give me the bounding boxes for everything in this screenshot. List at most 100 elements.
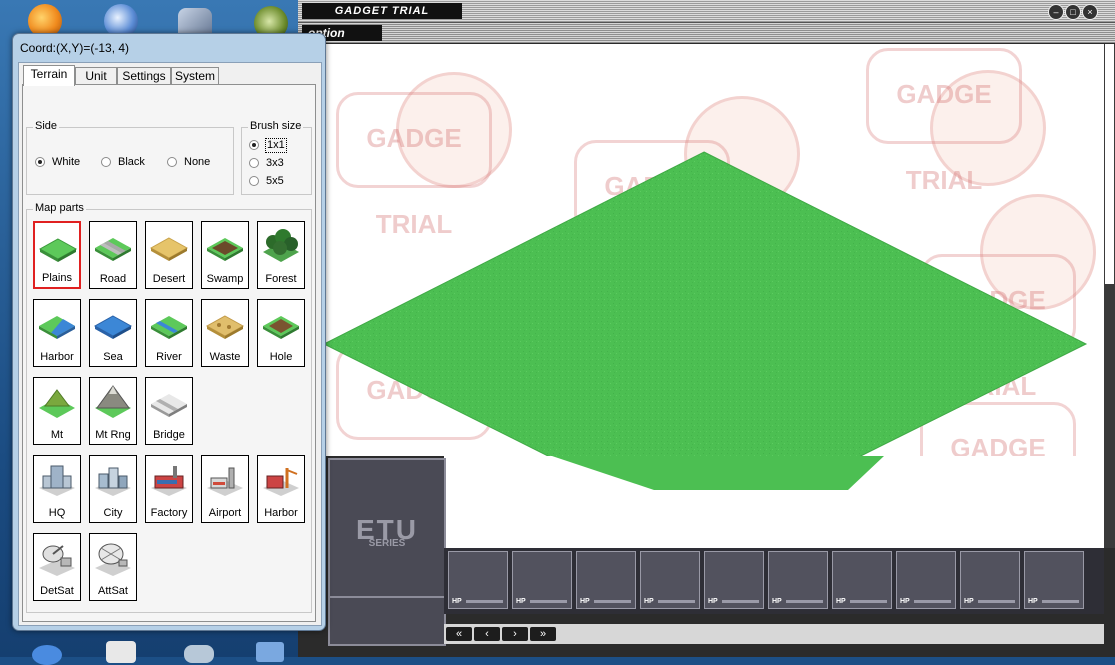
hp-bar <box>530 600 567 603</box>
unit-slot[interactable]: HP <box>512 551 572 609</box>
tab-settings[interactable]: Settings <box>117 67 171 85</box>
hp-label: HP <box>964 598 974 605</box>
part-desert[interactable]: Desert <box>145 221 193 289</box>
close-button[interactable]: × <box>1082 4 1098 20</box>
part-waste[interactable]: Waste <box>201 299 249 367</box>
river-icon <box>151 316 187 339</box>
hp-label: HP <box>772 598 782 605</box>
part-road[interactable]: Road <box>89 221 137 289</box>
harbor-building-icon <box>263 468 299 496</box>
part-label: Desert <box>152 273 186 285</box>
unit-slot[interactable]: HP <box>704 551 764 609</box>
brush-size-label: Brush size <box>248 120 304 132</box>
radio-dot <box>249 140 259 150</box>
game-window: GADGET TRIAL – □ × option GADGE TRIAL GA… <box>298 0 1115 657</box>
part-harbor-building[interactable]: Harbor <box>257 455 305 523</box>
part-river[interactable]: River <box>145 299 193 367</box>
panel-divider <box>330 596 444 598</box>
mountain-icon <box>39 389 75 418</box>
hp-bar <box>658 600 695 603</box>
tab-terrain[interactable]: Terrain <box>23 65 75 86</box>
unit-slot[interactable]: HP <box>896 551 956 609</box>
first-page-button[interactable]: « <box>446 627 472 641</box>
unit-slot[interactable]: HP <box>576 551 636 609</box>
map-canvas[interactable]: GADGE TRIAL GADGE TRIAL GADGE TRIAL GADG… <box>300 44 1104 456</box>
map-scrollbar[interactable] <box>1104 44 1115 548</box>
desert-icon <box>149 237 189 261</box>
maximize-button[interactable]: □ <box>1065 4 1081 20</box>
part-mt-rng[interactable]: Mt Rng <box>89 377 137 445</box>
part-hole[interactable]: Hole <box>257 299 305 367</box>
factory-icon <box>151 466 187 496</box>
city-building-icon <box>95 467 131 496</box>
radio-dot <box>249 158 259 168</box>
unit-slot[interactable]: HP <box>768 551 828 609</box>
part-forest[interactable]: Forest <box>257 221 305 289</box>
terrain-tab-page: Side White Black None Brush size 1x1 3x3… <box>22 84 316 622</box>
side-group-label: Side <box>33 120 60 132</box>
side-group: Side White Black None <box>26 120 234 195</box>
part-harbor[interactable]: Harbor <box>33 299 81 367</box>
part-plains[interactable]: Plains <box>33 221 81 289</box>
unit-bar: HP HP HP HP HP HP HP HP HP HP <box>444 548 1104 614</box>
part-airport[interactable]: Airport <box>201 455 249 523</box>
desktop-app-icon[interactable] <box>256 642 284 662</box>
part-attsat[interactable]: AttSat <box>89 533 137 601</box>
part-label: Sea <box>103 351 123 363</box>
part-label: Airport <box>208 507 242 519</box>
unit-slot[interactable]: HP <box>448 551 508 609</box>
part-label: Harbor <box>40 351 74 363</box>
desktop-app-icon[interactable] <box>32 645 62 665</box>
hp-bar <box>722 600 759 603</box>
road-icon <box>95 238 131 261</box>
tab-unit[interactable]: Unit <box>75 67 117 85</box>
game-menubar: option <box>298 23 1115 43</box>
grass-terrain[interactable] <box>322 151 1088 456</box>
scrollbar-thumb[interactable] <box>1105 44 1114 284</box>
part-sea[interactable]: Sea <box>89 299 137 367</box>
last-page-button[interactable]: » <box>530 627 556 641</box>
unit-nav-bar: « ‹ › » <box>444 624 1104 644</box>
minimize-button[interactable]: – <box>1048 4 1064 20</box>
side-option-label: None <box>184 156 211 168</box>
attack-satellite-icon <box>95 543 131 576</box>
part-detsat[interactable]: DetSat <box>33 533 81 601</box>
brush-size-group: Brush size 1x1 3x3 5x5 <box>241 120 312 195</box>
part-label: Harbor <box>264 507 298 519</box>
part-swamp[interactable]: Swamp <box>201 221 249 289</box>
part-factory[interactable]: Factory <box>145 455 193 523</box>
side-option-label: White <box>52 156 81 168</box>
hq-building-icon <box>39 465 75 496</box>
hp-label: HP <box>900 598 910 605</box>
prev-page-button[interactable]: ‹ <box>474 627 500 641</box>
unit-slot[interactable]: HP <box>960 551 1020 609</box>
unit-slot[interactable]: HP <box>640 551 700 609</box>
hp-bar <box>1042 600 1079 603</box>
part-city[interactable]: City <box>89 455 137 523</box>
desktop-app-icon[interactable] <box>184 645 214 663</box>
map-canvas-lower[interactable] <box>444 456 1104 548</box>
sea-icon <box>93 315 133 339</box>
part-label: Bridge <box>153 429 185 441</box>
side-option-label: Black <box>118 156 145 168</box>
part-label: Road <box>99 273 127 285</box>
unit-slot[interactable]: HP <box>832 551 892 609</box>
part-mt[interactable]: Mt <box>33 377 81 445</box>
next-page-button[interactable]: › <box>502 627 528 641</box>
part-label: AttSat <box>98 585 128 597</box>
radio-dot <box>249 176 259 186</box>
part-bridge[interactable]: Bridge <box>145 377 193 445</box>
hp-label: HP <box>644 598 654 605</box>
brush-option-label: 1x1 <box>265 138 287 153</box>
tab-system[interactable]: System <box>171 67 219 85</box>
desktop-app-icon[interactable] <box>106 641 136 663</box>
unit-slot[interactable]: HP <box>1024 551 1084 609</box>
detection-satellite-icon <box>39 545 75 576</box>
part-label: City <box>103 507 123 519</box>
bridge-icon <box>151 394 187 417</box>
hp-bar <box>466 600 503 603</box>
terrain-tile-grid[interactable] <box>300 44 1104 456</box>
game-titlebar[interactable]: GADGET TRIAL – □ × <box>298 0 1115 23</box>
part-hq[interactable]: HQ <box>33 455 81 523</box>
harbor-icon <box>39 316 75 339</box>
